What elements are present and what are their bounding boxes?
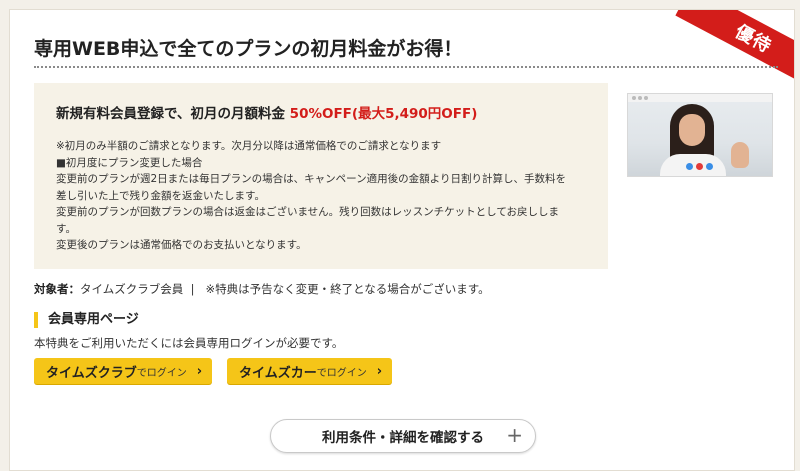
thumbnail-titlebar — [628, 94, 772, 102]
promo-note-line: 変更前のプランが週2日または毎日プランの場合は、キャンペーン適用後の金額より日割… — [56, 173, 566, 185]
login-service-name: タイムズクラブ — [46, 365, 137, 381]
chevron-right-icon: › — [196, 363, 203, 379]
chevron-right-icon: › — [376, 363, 383, 379]
title-divider — [34, 66, 778, 68]
window-dot-icon — [644, 96, 648, 100]
promo-headline: 新規有料会員登録で、初月の月額料金 50%OFF(最大5,490円OFF) — [56, 102, 477, 122]
target-note: ※特典は予告なく変更・終了となる場合がございます。 — [205, 282, 490, 296]
target-separator: | — [190, 282, 195, 296]
login-suffix: でログイン — [136, 367, 187, 379]
details-button[interactable]: 利用条件・詳細を確認する + — [270, 419, 536, 453]
plus-icon: + — [506, 423, 523, 447]
target-line: 対象者：タイムズクラブ会員 | ※特典は予告なく変更・終了となる場合がございます… — [34, 281, 490, 297]
promo-headline-text: 新規有料会員登録で、初月の月額料金 — [56, 106, 290, 122]
promo-note-line: ※初月のみ半額のご請求となります。次月分以降は通常価格でのご請求となります — [56, 140, 442, 152]
promo-note-line: 差し引いた上で残り金額を返金いたします。 — [56, 189, 265, 202]
person-face — [679, 114, 705, 146]
promo-box: 新規有料会員登録で、初月の月額料金 50%OFF(最大5,490円OFF) ※初… — [34, 83, 608, 269]
promo-notes: ※初月のみ半額のご請求となります。次月分以降は通常価格でのご請求となります ■初… — [56, 138, 596, 254]
badge-ribbon: 優待 — [675, 10, 794, 91]
page-title: 専用WEB申込で全てのプランの初月料金がお得！ — [34, 38, 463, 60]
person-body — [660, 154, 726, 176]
promo-discount-text: 50%OFF(最大5,490円OFF) — [289, 106, 478, 122]
promo-note-line: ■初月度にプラン変更した場合 — [56, 156, 203, 169]
window-dot-icon — [638, 96, 642, 100]
offer-card: 優待 専用WEB申込で全てのプランの初月料金がお得！ 新規有料会員登録で、初月の… — [9, 9, 795, 471]
times-car-login-button[interactable]: タイムズカー でログイン › — [227, 358, 393, 384]
mic-icon — [686, 163, 693, 170]
login-suffix: でログイン — [316, 367, 367, 379]
login-service-name: タイムズカー — [239, 365, 317, 381]
promo-note-line: す。 — [56, 222, 76, 235]
members-heading: 会員専用ページ — [34, 312, 139, 328]
target-label: 対象者： — [34, 282, 80, 296]
members-description: 本特典をご利用いただくには会員専用ログインが必要です。 — [34, 336, 344, 350]
hangup-icon — [696, 163, 703, 170]
video-call-thumbnail — [627, 93, 773, 177]
waving-hand — [731, 142, 749, 168]
promo-note-line: 変更後のプランは通常価格でのお支払いとなります。 — [56, 239, 307, 251]
promo-note-line: 変更前のプランが回数プランの場合は返金はございません。残り回数はレッスンチケット… — [56, 206, 560, 218]
camera-icon — [706, 163, 713, 170]
window-dot-icon — [632, 96, 636, 100]
badge-label: 優待 — [731, 21, 776, 58]
times-club-login-button[interactable]: タイムズクラブ でログイン › — [34, 358, 213, 384]
details-button-label: 利用条件・詳細を確認する — [322, 430, 484, 446]
target-value: タイムズクラブ会員 — [80, 282, 184, 296]
